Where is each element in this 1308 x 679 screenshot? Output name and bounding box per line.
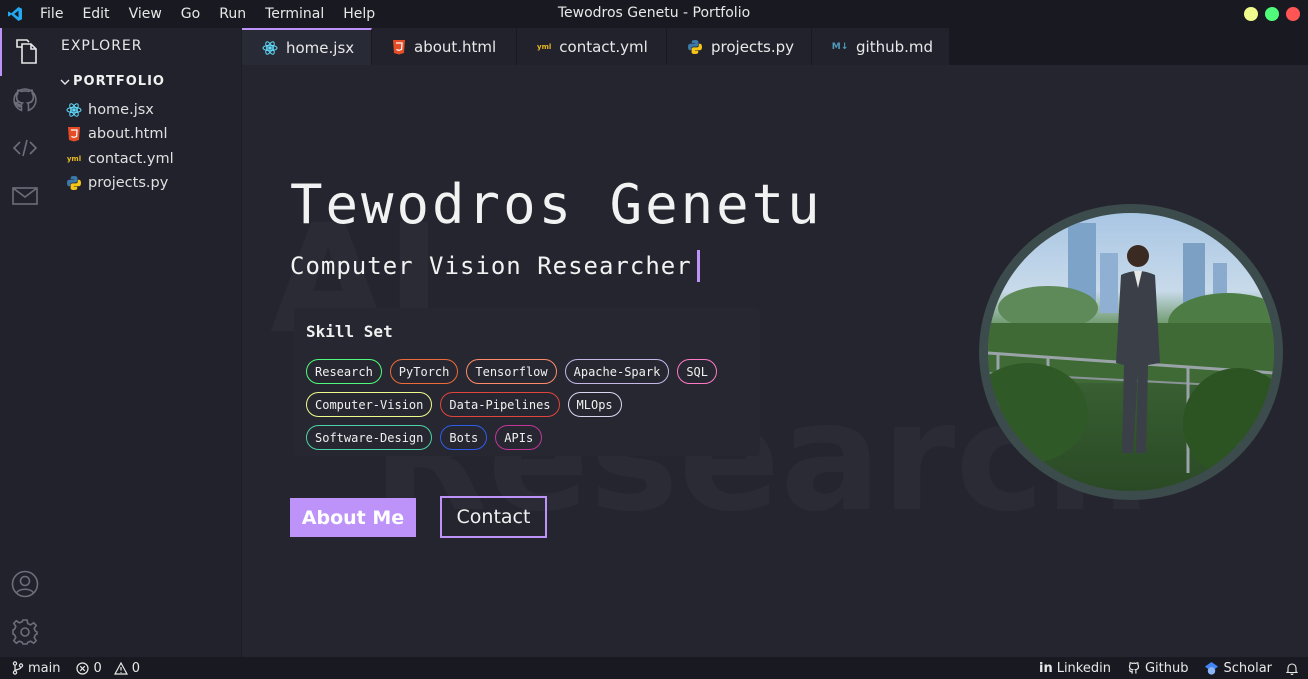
- tab-label: about.html: [414, 37, 497, 56]
- skill-set-card: Skill Set Research PyTorch Tensorflow Ap…: [294, 308, 760, 456]
- vscode-icon: [0, 0, 30, 28]
- about-me-button[interactable]: About Me: [290, 498, 416, 537]
- menu-terminal[interactable]: Terminal: [255, 6, 333, 22]
- contact-button[interactable]: Contact: [440, 496, 547, 538]
- file-about-html[interactable]: about.html: [66, 123, 167, 145]
- folder-portfolio[interactable]: PORTFOLIO: [60, 74, 165, 89]
- tab-label: projects.py: [711, 37, 795, 56]
- linkedin-icon: in: [1038, 660, 1053, 676]
- folder-label: PORTFOLIO: [73, 74, 165, 89]
- problems-indicator[interactable]: 0 0: [76, 661, 140, 676]
- menu-file[interactable]: File: [30, 6, 72, 22]
- notifications-bell[interactable]: [1286, 662, 1298, 675]
- skill-chips: Research PyTorch Tensorflow Apache-Spark…: [306, 359, 746, 450]
- skill-chip: Software-Design: [306, 425, 433, 450]
- file-label: contact.yml: [88, 151, 174, 167]
- menu-run[interactable]: Run: [209, 6, 255, 22]
- skill-chip: MLOps: [567, 392, 622, 417]
- file-label: projects.py: [88, 175, 169, 191]
- activity-bar: [0, 28, 50, 657]
- menu-go[interactable]: Go: [171, 6, 209, 22]
- maximize-button[interactable]: [1265, 7, 1279, 21]
- file-label: about.html: [88, 126, 168, 142]
- role-text: Computer Vision Researcher: [290, 252, 692, 280]
- branch-indicator[interactable]: main: [12, 661, 60, 676]
- scholar-link[interactable]: Scholar: [1204, 661, 1272, 676]
- html-icon: [392, 39, 406, 55]
- menu-edit[interactable]: Edit: [72, 6, 118, 22]
- error-icon: [76, 661, 90, 675]
- branch-label: main: [28, 660, 61, 676]
- skill-chip: SQL: [677, 359, 718, 384]
- linkedin-label: Linkedin: [1056, 660, 1111, 676]
- bell-icon: [1286, 662, 1298, 675]
- yaml-icon: yml: [66, 155, 82, 163]
- python-icon: [66, 175, 82, 191]
- github-icon[interactable]: [0, 76, 50, 124]
- html-icon: [66, 126, 82, 142]
- tab-projects-py[interactable]: projects.py: [667, 28, 812, 65]
- react-icon: [262, 40, 278, 56]
- warning-icon: [113, 661, 128, 675]
- tab-about-html[interactable]: about.html: [372, 28, 517, 65]
- close-button[interactable]: [1286, 7, 1300, 21]
- skill-chip: Data-Pipelines: [440, 392, 560, 417]
- file-projects-py[interactable]: projects.py: [66, 172, 168, 194]
- typing-cursor: [696, 250, 700, 282]
- code-icon[interactable]: [0, 124, 50, 172]
- file-contact-yml[interactable]: yml contact.yml: [66, 148, 174, 170]
- react-icon: [66, 102, 82, 118]
- explorer-icon[interactable]: [0, 28, 50, 76]
- skill-chip: PyTorch: [389, 359, 459, 384]
- skill-chip: Bots: [440, 425, 488, 450]
- minimize-button[interactable]: [1244, 7, 1258, 21]
- error-count: 0: [93, 660, 102, 676]
- file-label: home.jsx: [88, 102, 154, 118]
- tab-github-md[interactable]: M↓ github.md: [812, 28, 950, 65]
- scholar-label: Scholar: [1223, 660, 1272, 676]
- yaml-icon: yml: [537, 42, 552, 51]
- python-icon: [687, 39, 703, 55]
- menu-bar: File Edit View Go Run Terminal Help: [30, 6, 384, 22]
- settings-gear-icon[interactable]: [0, 608, 50, 656]
- tab-home-jsx[interactable]: home.jsx: [242, 28, 372, 65]
- menu-help[interactable]: Help: [333, 6, 384, 22]
- editor-area: AI Research Tewodros Genetu Computer Vis…: [242, 65, 1308, 657]
- profile-photo: [979, 204, 1283, 500]
- editor-tabs: home.jsx about.html yml contact.yml proj…: [242, 28, 1308, 65]
- github-link[interactable]: Github: [1127, 660, 1189, 676]
- chevron-down-icon: [60, 79, 70, 85]
- mail-icon[interactable]: [0, 172, 50, 220]
- hero-name: Tewodros Genetu: [290, 173, 823, 236]
- status-bar: main 0 0 in Linkedin Github Scholar: [0, 657, 1308, 679]
- scholar-icon: [1205, 661, 1219, 675]
- skill-chip: Computer-Vision: [306, 392, 433, 417]
- account-icon[interactable]: [0, 560, 50, 608]
- skill-chip: Apache-Spark: [564, 359, 670, 384]
- file-home-jsx[interactable]: home.jsx: [66, 99, 154, 121]
- linkedin-link[interactable]: in Linkedin: [1039, 661, 1111, 676]
- tab-label: github.md: [856, 37, 934, 56]
- skill-chip: Tensorflow: [466, 359, 557, 384]
- github-label: Github: [1144, 660, 1189, 676]
- skill-set-title: Skill Set: [306, 322, 393, 341]
- profile-photo-image: [988, 213, 1274, 491]
- title-bar: File Edit View Go Run Terminal Help: [0, 0, 1308, 28]
- tab-label: home.jsx: [286, 38, 355, 57]
- explorer-panel: EXPLORER PORTFOLIO home.jsx about.html y…: [50, 28, 242, 657]
- hero-role: Computer Vision Researcher: [290, 250, 700, 282]
- warning-count: 0: [131, 660, 141, 676]
- tab-contact-yml[interactable]: yml contact.yml: [517, 28, 667, 65]
- tab-label: contact.yml: [559, 37, 648, 56]
- markdown-icon: M↓: [831, 41, 849, 52]
- skill-chip: Research: [306, 359, 382, 384]
- github-icon: [1128, 662, 1140, 674]
- menu-view[interactable]: View: [119, 6, 171, 22]
- explorer-title: EXPLORER: [61, 38, 143, 54]
- skill-chip: APIs: [495, 425, 543, 450]
- window-controls: [1244, 7, 1300, 21]
- git-branch-icon: [12, 661, 24, 675]
